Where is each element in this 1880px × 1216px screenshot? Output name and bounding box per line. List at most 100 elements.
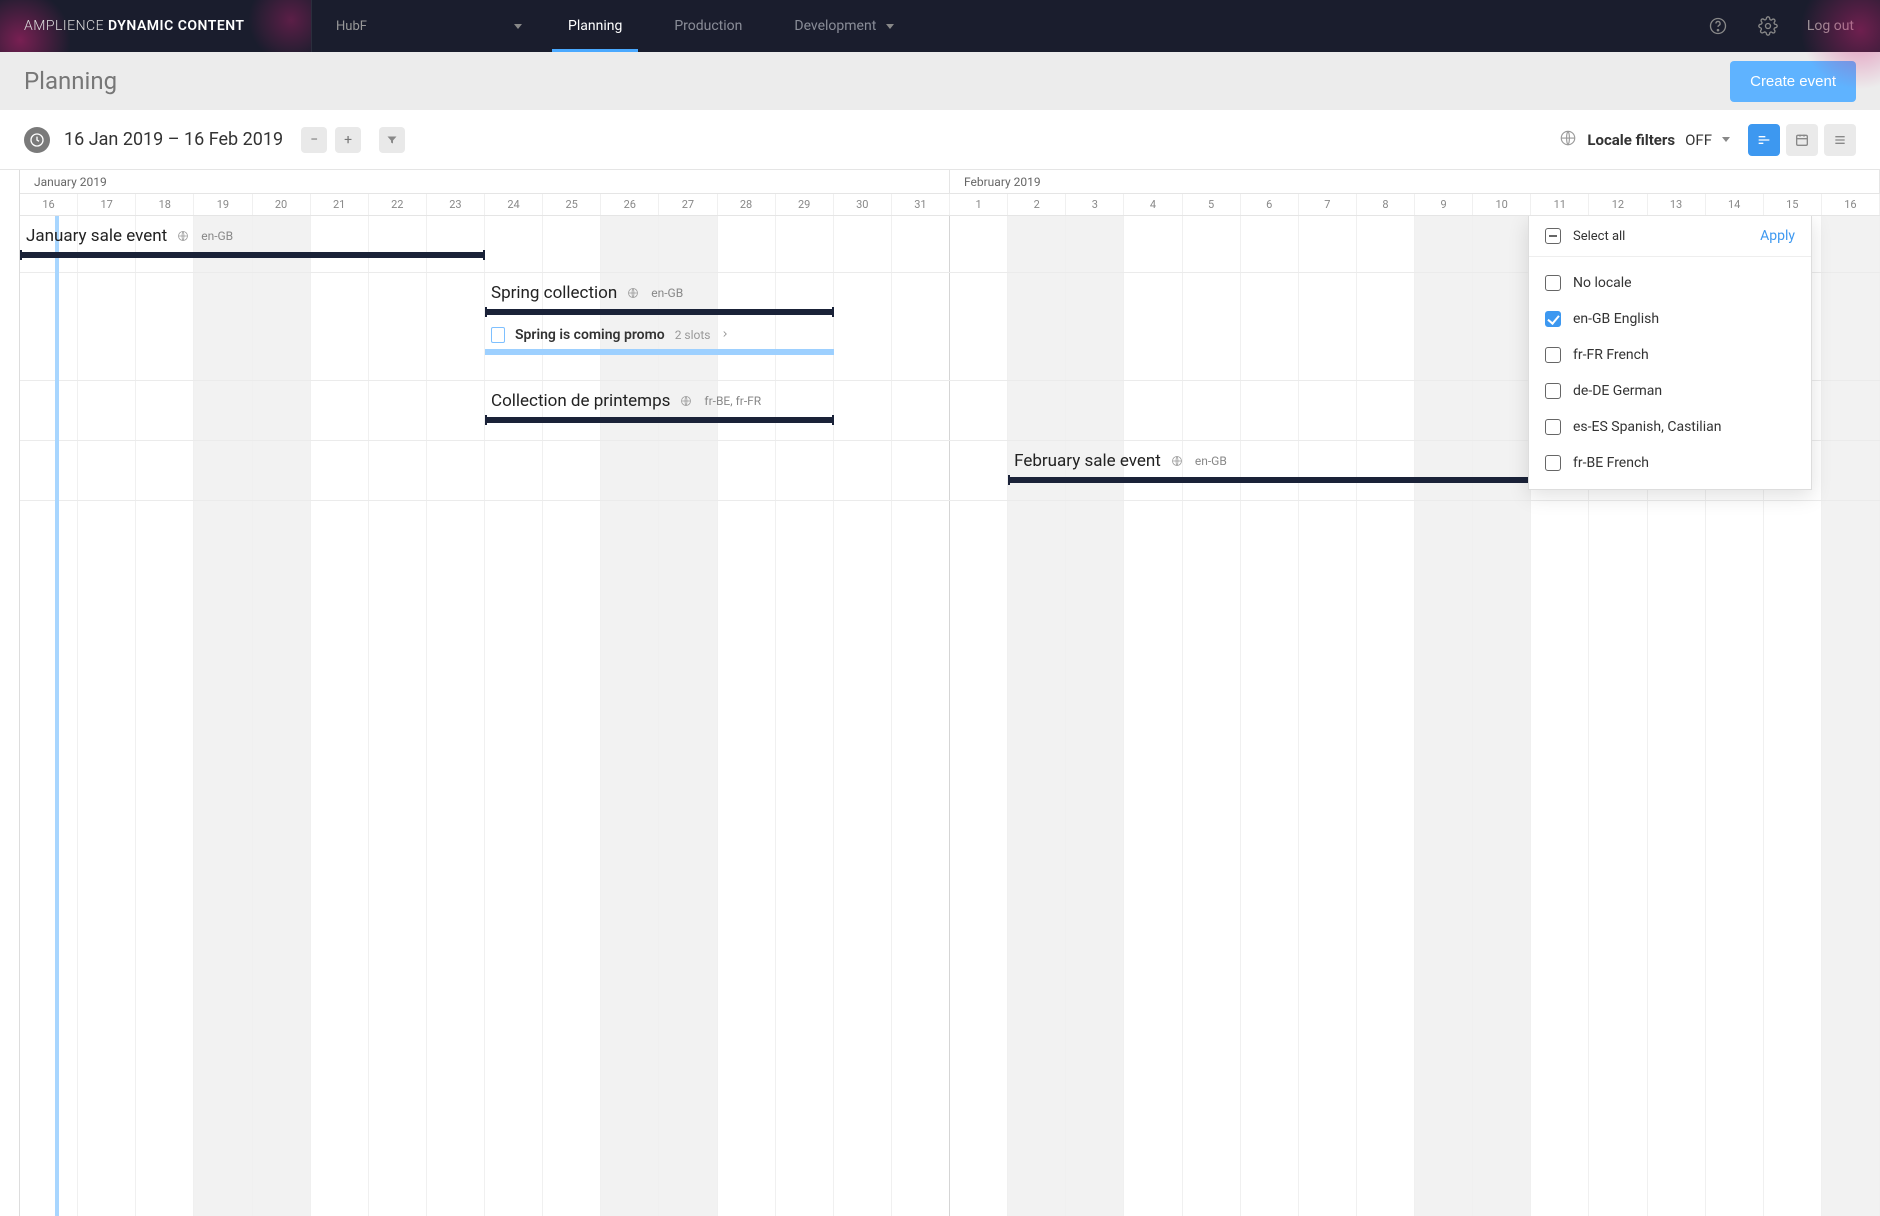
day-header: 31 <box>892 194 950 215</box>
event-locale: en-GB <box>1195 454 1227 468</box>
day-header: 3 <box>1066 194 1124 215</box>
day-header: 30 <box>834 194 892 215</box>
day-header: 4 <box>1124 194 1182 215</box>
event-label[interactable]: January sale eventen-GB <box>26 226 233 246</box>
chevron-down-icon <box>1722 137 1730 142</box>
event-bar[interactable] <box>485 309 834 315</box>
locale-option[interactable]: fr-BE French <box>1529 445 1811 481</box>
locale-option-label: No locale <box>1573 275 1632 291</box>
checkbox[interactable] <box>1545 347 1561 363</box>
view-timeline-button[interactable] <box>1748 124 1780 156</box>
hub-name: HubF <box>336 19 367 34</box>
event-label[interactable]: Collection de printemps fr-BE, fr-FR <box>491 391 761 411</box>
checkbox[interactable] <box>1545 275 1561 291</box>
day-header: 5 <box>1183 194 1241 215</box>
nav-tab-production[interactable]: Production <box>648 0 768 52</box>
day-header: 23 <box>427 194 485 215</box>
date-range-label: 16 Jan 2019 – 16 Feb 2019 <box>64 129 283 150</box>
nav-tab-planning[interactable]: Planning <box>542 0 648 52</box>
sub-event-title: Spring is coming promo <box>515 327 665 343</box>
locale-option-label: es-ES Spanish, Castilian <box>1573 419 1721 435</box>
month-header: February 2019 <box>950 170 1880 193</box>
locale-option[interactable]: No locale <box>1529 265 1811 301</box>
help-icon[interactable] <box>1707 15 1729 37</box>
day-header: 18 <box>136 194 194 215</box>
settings-icon[interactable] <box>1757 15 1779 37</box>
day-header: 16 <box>20 194 78 215</box>
timeline-left-gutter <box>0 170 20 1216</box>
toolbar: 16 Jan 2019 – 16 Feb 2019 − + Locale fil… <box>0 110 1880 170</box>
event-label[interactable]: Spring collection en-GB <box>491 283 683 303</box>
event-title: Collection de printemps <box>491 391 670 411</box>
globe-icon <box>627 286 641 300</box>
day-header: 28 <box>718 194 776 215</box>
hub-dropdown[interactable]: HubF <box>312 0 542 52</box>
checkbox[interactable] <box>1545 383 1561 399</box>
slots-count: 2 slots <box>675 328 711 342</box>
day-header: 16 <box>1822 194 1880 215</box>
view-calendar-button[interactable] <box>1786 124 1818 156</box>
day-header: 25 <box>543 194 601 215</box>
sub-event-bar[interactable] <box>485 349 834 355</box>
create-event-button[interactable]: Create event <box>1730 61 1856 102</box>
clock-icon[interactable] <box>24 127 50 153</box>
event-title: Spring collection <box>491 283 617 303</box>
globe-icon <box>680 394 694 408</box>
page-header: Planning Create event <box>0 52 1880 110</box>
view-list-button[interactable] <box>1824 124 1856 156</box>
day-header: 9 <box>1415 194 1473 215</box>
month-header: January 2019 <box>20 170 950 193</box>
chevron-down-icon <box>886 24 894 29</box>
day-header: 13 <box>1648 194 1706 215</box>
event-locale: fr-BE, fr-FR <box>704 394 761 408</box>
event-bar[interactable] <box>485 417 834 423</box>
day-header: 17 <box>78 194 136 215</box>
select-all-label: Select all <box>1573 229 1625 244</box>
event-bar[interactable] <box>20 252 485 258</box>
event-title: February sale event <box>1014 451 1161 471</box>
zoom-out-button[interactable]: − <box>301 127 327 153</box>
locale-option[interactable]: de-DE German <box>1529 373 1811 409</box>
locale-option[interactable]: fr-FR French <box>1529 337 1811 373</box>
day-header: 19 <box>194 194 252 215</box>
day-header-row: 1617181920212223242526272829303112345678… <box>20 194 1880 216</box>
brand: AMPLIENCE DYNAMIC CONTENT <box>0 0 312 52</box>
locale-filter-label: Locale filters <box>1587 131 1675 149</box>
checkbox[interactable] <box>1545 455 1561 471</box>
globe-icon <box>1559 129 1577 151</box>
day-header: 1 <box>950 194 1008 215</box>
nav-tab-development[interactable]: Development <box>768 0 920 52</box>
timeline-grid[interactable]: Select all Apply No locale en-GB English f… <box>20 216 1880 1216</box>
day-header: 11 <box>1531 194 1589 215</box>
day-header: 21 <box>311 194 369 215</box>
locale-filter-trigger[interactable]: Locale filters OFF <box>1559 129 1730 151</box>
document-icon <box>491 327 505 343</box>
logout-link[interactable]: Log out <box>1807 18 1854 34</box>
timeline: January 2019February 2019 16171819202122… <box>0 170 1880 1216</box>
locale-option[interactable]: es-ES Spanish, Castilian <box>1529 409 1811 445</box>
brand-light: AMPLIENCE <box>24 18 108 34</box>
checkbox[interactable] <box>1545 311 1561 327</box>
chevron-right-icon <box>720 327 730 343</box>
globe-icon <box>177 229 191 243</box>
top-nav: AMPLIENCE DYNAMIC CONTENT HubF PlanningP… <box>0 0 1880 52</box>
day-header: 2 <box>1008 194 1066 215</box>
day-header: 8 <box>1357 194 1415 215</box>
locale-option[interactable]: en-GB English <box>1529 301 1811 337</box>
sub-event-label[interactable]: Spring is coming promo 2 slots <box>491 327 730 343</box>
filter-button[interactable] <box>379 127 405 153</box>
event-locale: en-GB <box>201 229 233 243</box>
event-label[interactable]: February sale event en-GB <box>1014 451 1227 471</box>
day-header: 20 <box>253 194 311 215</box>
day-header: 10 <box>1473 194 1531 215</box>
zoom-in-button[interactable]: + <box>335 127 361 153</box>
day-header: 7 <box>1299 194 1357 215</box>
checkbox[interactable] <box>1545 419 1561 435</box>
month-header-row: January 2019February 2019 <box>20 170 1880 194</box>
apply-button[interactable]: Apply <box>1760 228 1795 244</box>
day-header: 29 <box>776 194 834 215</box>
select-all-checkbox[interactable] <box>1545 228 1561 244</box>
day-header: 26 <box>601 194 659 215</box>
event-locale: en-GB <box>651 286 683 300</box>
locale-option-label: fr-FR French <box>1573 347 1649 363</box>
